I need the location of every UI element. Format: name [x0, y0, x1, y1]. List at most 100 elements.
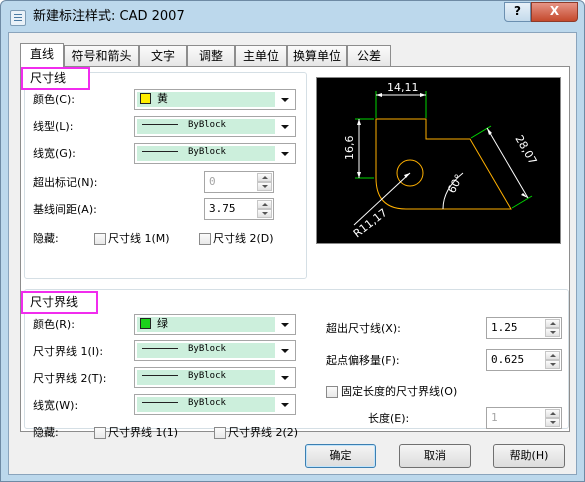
ext-line1-label: 尺寸界线 1(I): [33, 345, 104, 358]
preview-dim-left: 16,6 [343, 136, 356, 161]
spin-up-icon[interactable] [257, 173, 272, 182]
ext-color-value: 绿 [157, 317, 168, 330]
chevron-down-icon[interactable] [277, 91, 294, 108]
ext-line-title: 尺寸界线 [21, 291, 98, 314]
preview-dim-diag: 28,07 [512, 133, 539, 167]
ext-line1-value: ByBlock [188, 344, 226, 354]
preview-pane: 14,11 16,6 28,07 60° R11,17 [316, 77, 561, 244]
spin-down-icon[interactable] [545, 328, 560, 337]
spinner-buttons [257, 200, 272, 218]
ext-lineweight-value: ByBlock [188, 398, 226, 408]
ext-suppress-label: 隐藏: [33, 426, 59, 439]
dimension-preview-drawing: 14,11 16,6 28,07 60° R11,17 [343, 81, 539, 240]
tab-fit[interactable]: 调整 [187, 45, 235, 66]
dim-suppress1-checkbox[interactable] [94, 233, 106, 245]
line-sample [142, 402, 178, 403]
dim-extend-label: 超出标记(N): [33, 176, 98, 189]
help-button[interactable]: 帮助(H) [493, 444, 565, 468]
ext-suppress1-checkbox[interactable] [94, 427, 106, 439]
tab-symbols-arrows[interactable]: 符号和箭头 [64, 45, 139, 66]
tab-panel-lines: 尺寸线 颜色(C): 黄 线型(L): ByBlock 线宽(G): ByBlo… [20, 66, 570, 439]
ext-length-value: 1 [491, 411, 498, 424]
title-bar[interactable]: 新建标注样式: CAD 2007 ? X [1, 1, 584, 33]
dim-extend-spinner[interactable]: 0 [204, 171, 274, 193]
ext-line2-label: 尺寸界线 2(T): [33, 372, 107, 385]
dialog-window: 新建标注样式: CAD 2007 ? X 直线 符号和箭头 文字 调整 主单位 … [0, 0, 585, 482]
tab-alternate-units[interactable]: 换算单位 [287, 45, 347, 66]
spinner-buttons [545, 319, 560, 337]
ext-suppress2-checkbox[interactable] [214, 427, 226, 439]
ext-length-label: 长度(E): [368, 412, 410, 425]
ext-offset-label: 起点偏移量(F): [326, 354, 400, 367]
dim-lineweight-select[interactable]: ByBlock [134, 143, 296, 164]
ext-color-label: 颜色(R): [33, 318, 75, 331]
tab-lines[interactable]: 直线 [20, 43, 64, 67]
chevron-down-icon[interactable] [277, 316, 294, 333]
spin-down-icon[interactable] [257, 209, 272, 218]
yellow-swatch [140, 93, 151, 104]
spinner-buttons [257, 173, 272, 191]
dim-linetype-value: ByBlock [188, 120, 226, 130]
tab-tolerances[interactable]: 公差 [347, 45, 391, 66]
dim-color-select[interactable]: 黄 [134, 89, 296, 110]
ext-offset-spinner[interactable]: 0.625 [486, 349, 562, 371]
spin-down-icon[interactable] [545, 418, 560, 427]
dim-baseline-label: 基线间距(A): [33, 203, 97, 216]
ext-lineweight-label: 线宽(W): [33, 399, 79, 412]
line-sample [142, 151, 178, 152]
dim-lineweight-label: 线宽(G): [33, 147, 76, 160]
preview-dim-top: 14,11 [387, 81, 419, 94]
ext-offset-value: 0.625 [491, 353, 525, 366]
ext-beyond-spinner[interactable]: 1.25 [486, 317, 562, 339]
ext-suppress1-label[interactable]: 尺寸界线 1(1) [108, 426, 178, 440]
ext-beyond-value: 1.25 [491, 321, 518, 334]
spin-up-icon[interactable] [545, 409, 560, 418]
dim-suppress2-label[interactable]: 尺寸线 2(D) [213, 232, 274, 246]
ext-suppress2-label[interactable]: 尺寸界线 2(2) [228, 426, 298, 440]
chevron-down-icon[interactable] [277, 118, 294, 135]
dim-linetype-label: 线型(L): [33, 120, 74, 133]
cancel-button[interactable]: 取消 [399, 444, 471, 468]
dialog-client: 直线 符号和箭头 文字 调整 主单位 换算单位 公差 尺寸线 颜色(C): 黄 … [8, 32, 577, 475]
ext-fixed-length-checkbox[interactable] [326, 386, 338, 398]
dim-suppress-label: 隐藏: [33, 232, 59, 245]
tab-primary-units[interactable]: 主单位 [235, 45, 287, 66]
ext-lineweight-select[interactable]: ByBlock [134, 394, 296, 415]
chevron-down-icon[interactable] [277, 145, 294, 162]
spinner-buttons [545, 409, 560, 427]
app-icon [10, 10, 26, 26]
dim-baseline-value: 3.75 [209, 202, 236, 215]
ext-color-select[interactable]: 绿 [134, 314, 296, 335]
ok-button[interactable]: 确定 [305, 444, 376, 468]
chevron-down-icon[interactable] [277, 396, 294, 413]
dim-color-value: 黄 [157, 92, 168, 105]
dim-suppress2-checkbox[interactable] [199, 233, 211, 245]
dim-baseline-spinner[interactable]: 3.75 [204, 198, 274, 220]
spin-down-icon[interactable] [545, 360, 560, 369]
spin-up-icon[interactable] [545, 351, 560, 360]
line-sample [142, 375, 178, 376]
window-title: 新建标注样式: CAD 2007 [33, 9, 185, 24]
line-sample [142, 124, 178, 125]
line-sample [142, 348, 178, 349]
ext-line1-select[interactable]: ByBlock [134, 340, 296, 361]
spin-up-icon[interactable] [257, 200, 272, 209]
dim-color-label: 颜色(C): [33, 93, 75, 106]
ext-line2-select[interactable]: ByBlock [134, 367, 296, 388]
spinner-buttons [545, 351, 560, 369]
tab-text[interactable]: 文字 [139, 45, 187, 66]
title-help-button[interactable]: ? [504, 2, 531, 22]
spin-up-icon[interactable] [545, 319, 560, 328]
ext-line2-value: ByBlock [188, 371, 226, 381]
ext-beyond-label: 超出尺寸线(X): [326, 322, 401, 335]
ext-length-spinner[interactable]: 1 [486, 407, 562, 429]
dim-linetype-select[interactable]: ByBlock [134, 116, 296, 137]
dim-extend-value: 0 [209, 175, 216, 188]
close-button[interactable]: X [531, 2, 578, 22]
dim-lineweight-value: ByBlock [188, 147, 226, 157]
chevron-down-icon[interactable] [277, 342, 294, 359]
spin-down-icon[interactable] [257, 182, 272, 191]
ext-fixed-length-label[interactable]: 固定长度的尺寸界线(O) [341, 385, 457, 399]
dim-suppress1-label[interactable]: 尺寸线 1(M) [108, 232, 170, 246]
chevron-down-icon[interactable] [277, 369, 294, 386]
